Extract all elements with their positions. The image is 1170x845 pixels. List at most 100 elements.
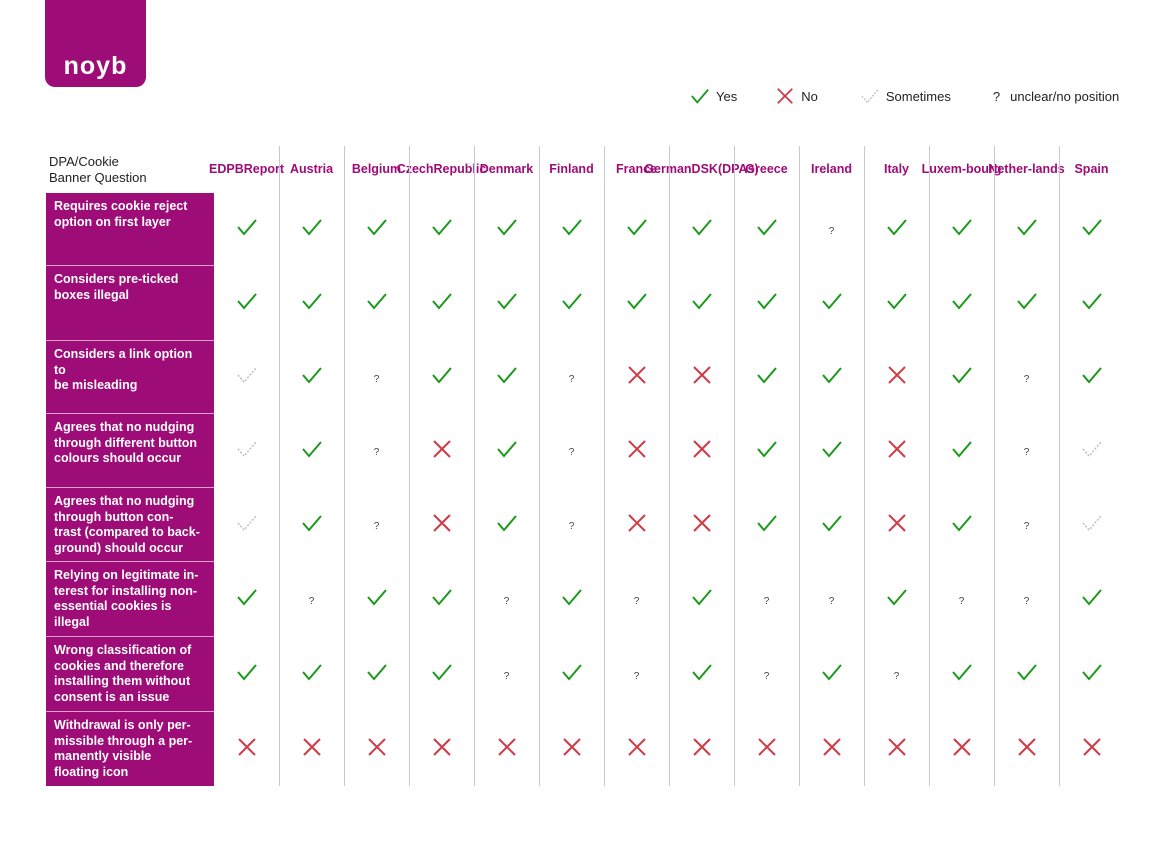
check-icon [756,216,778,243]
check-icon [561,661,583,688]
table-cell-no [604,414,669,488]
table-cell-unclear: ? [344,341,409,414]
cross-icon [626,512,648,539]
row-divider [46,636,214,637]
table-cell-no [1059,712,1124,786]
table-cell-yes [669,193,734,266]
table-cell-yes [539,266,604,341]
check-icon [236,216,258,243]
column-header: Nether-lands [988,162,1065,176]
table-cell-yes [1059,341,1124,414]
table-cell-unclear: ? [539,488,604,562]
dotted-check-icon [1081,438,1103,465]
table-cell-unclear: ? [994,414,1059,488]
question-icon: ? [503,670,510,682]
table-cell-yes [604,266,669,341]
table-cell-yes [604,193,669,266]
question-icon: ? [828,225,835,237]
question-icon: ? [1023,595,1030,607]
check-icon [496,216,518,243]
question-icon: ? [828,595,835,607]
table-cell-no [669,341,734,414]
check-icon [756,364,778,391]
table-cell-no [669,712,734,786]
question-icon: ? [568,373,575,385]
table-cell-yes [929,414,994,488]
question-icon: ? [633,670,640,682]
question-icon: ? [893,670,900,682]
dotted-check-icon [236,438,258,465]
check-icon [366,586,388,613]
cross-icon [886,512,908,539]
legend-item-unclear: ? unclear/no position [989,89,1119,104]
table-cell-no [409,414,474,488]
logo-text: noyb [63,52,128,80]
question-icon: ? [633,595,640,607]
table-cell-unclear: ? [799,193,864,266]
table-cell-no [669,414,734,488]
table-cell-yes [1059,562,1124,637]
table-cell-yes [539,562,604,637]
table-cell-sometimes [214,488,279,562]
table-cell-unclear: ? [929,562,994,637]
check-icon [561,216,583,243]
table-cell-unclear: ? [864,637,929,712]
table-cell-unclear: ? [279,562,344,637]
cross-icon [756,736,778,763]
table-cell-yes [279,488,344,562]
table-cell-yes [734,414,799,488]
check-icon [1016,216,1038,243]
table-cell-no [604,488,669,562]
table-cell-no [799,712,864,786]
table-cell-yes [539,637,604,712]
check-icon [756,438,778,465]
table-cell-yes [279,341,344,414]
table-cell-yes [279,193,344,266]
dotted-check-icon [236,364,258,391]
table-cell-yes [474,341,539,414]
table-cell-no [604,712,669,786]
question-icon: ? [1023,521,1030,532]
cross-icon [691,364,713,391]
table-cell-yes [994,193,1059,266]
cross-icon [561,736,583,763]
legend-item-yes: Yes [690,86,737,106]
question-icon: ? [373,447,380,458]
cross-icon [366,736,388,763]
cross-icon [951,736,973,763]
table-cell-unclear: ? [799,562,864,637]
legend-label: Sometimes [885,88,951,104]
question-header-line: Banner Question [49,170,147,185]
table-cell-no [734,712,799,786]
table-cell-no [669,488,734,562]
check-icon [821,438,843,465]
table-cell-no [864,341,929,414]
column-header: Luxem-bourg [921,162,1002,176]
check-icon [1081,216,1103,243]
column-header: Ireland [811,162,852,176]
cross-icon [236,736,258,763]
check-icon [1081,290,1103,317]
table-cell-unclear: ? [539,341,604,414]
table-cell-no [214,712,279,786]
question-icon: ? [763,595,770,607]
question-icon: ? [992,88,1001,104]
question-column-header: DPA/Cookie Banner Question [49,154,147,186]
table-cell-unclear: ? [474,562,539,637]
cross-icon [626,364,648,391]
table-cell-unclear: ? [994,341,1059,414]
question-cell: Agrees that no nudging through button con… [46,488,214,562]
table-cell-no [929,712,994,786]
cross-icon [886,364,908,391]
table-cell-yes [344,637,409,712]
row-divider [46,265,214,266]
check-icon [366,290,388,317]
column-header: German DSK (DPAs) [644,162,759,176]
table-cell-yes [929,488,994,562]
check-icon [366,661,388,688]
table-cell-unclear: ? [994,488,1059,562]
question-cell: Withdrawal is only per-missible through … [46,712,214,786]
table-cell-yes [1059,193,1124,266]
table-cell-yes [799,488,864,562]
table-cell-yes [474,266,539,341]
